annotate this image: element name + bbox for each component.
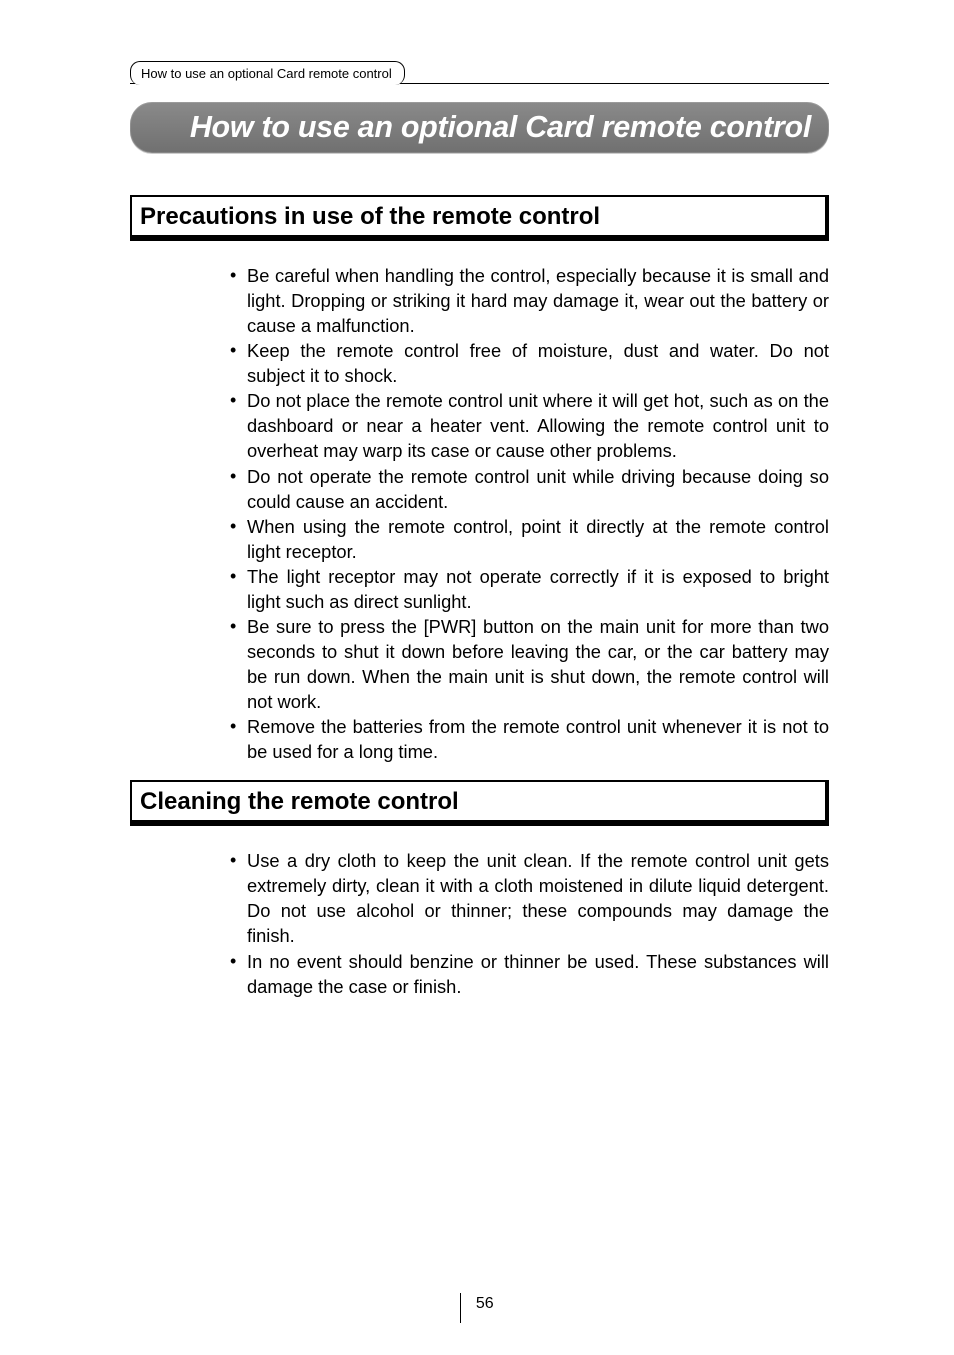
page-number-divider (460, 1293, 461, 1323)
list-item: Keep the remote control free of moisture… (230, 338, 829, 388)
precautions-list: Be careful when handling the control, es… (230, 263, 829, 764)
list-item: In no event should benzine or thinner be… (230, 949, 829, 999)
list-item: The light receptor may not operate corre… (230, 564, 829, 614)
page-title-bar: How to use an optional Card remote contr… (130, 102, 829, 153)
list-item: Be sure to press the [PWR] button on the… (230, 614, 829, 714)
page-number-wrap: 56 (0, 1289, 954, 1319)
list-item: Do not operate the remote control unit w… (230, 464, 829, 514)
list-item: When using the remote control, point it … (230, 514, 829, 564)
document-page: How to use an optional Card remote contr… (0, 0, 954, 999)
list-item: Use a dry cloth to keep the unit clean. … (230, 848, 829, 948)
cleaning-list: Use a dry cloth to keep the unit clean. … (230, 848, 829, 998)
page-title: How to use an optional Card remote contr… (148, 110, 811, 145)
list-item: Remove the batteries from the remote con… (230, 714, 829, 764)
header-tab-label: How to use an optional Card remote contr… (130, 61, 405, 85)
list-item: Be careful when handling the control, es… (230, 263, 829, 338)
list-item: Do not place the remote control unit whe… (230, 388, 829, 463)
section-heading-cleaning: Cleaning the remote control (130, 780, 829, 826)
page-number: 56 (476, 1295, 494, 1312)
section-heading-precautions: Precautions in use of the remote control (130, 195, 829, 241)
header-tab-wrap: How to use an optional Card remote contr… (130, 60, 829, 84)
